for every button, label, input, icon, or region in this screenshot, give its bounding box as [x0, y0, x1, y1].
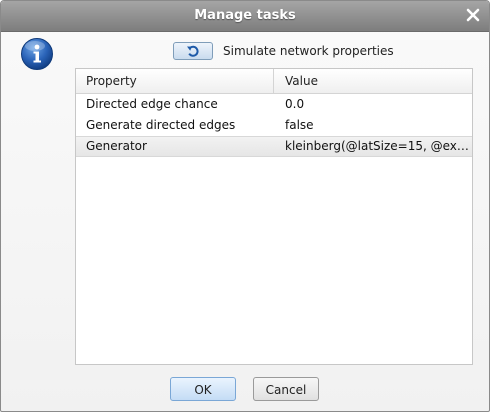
property-cell: Generator: [86, 139, 147, 153]
table-row-selected[interactable]: Generator kleinberg(@latSize=15, @exp=2.…: [76, 136, 472, 157]
manage-tasks-dialog: Manage tasks Simulate network properties: [0, 0, 490, 412]
task-label: Simulate network properties: [223, 44, 394, 58]
table-header: Property Value: [76, 69, 472, 94]
column-header-property[interactable]: Property: [86, 69, 137, 93]
value-cell[interactable]: false: [285, 115, 470, 136]
ok-button[interactable]: OK: [170, 377, 236, 401]
property-cell: Generate directed edges: [86, 118, 236, 132]
property-cell: Directed edge chance: [86, 97, 218, 111]
dialog-title: Manage tasks: [194, 8, 296, 23]
value-cell[interactable]: kleinberg(@latSize=15, @exp=2...: [285, 137, 470, 156]
column-header-value[interactable]: Value: [285, 69, 318, 93]
undo-icon: [187, 45, 199, 57]
task-header: Simulate network properties: [173, 40, 394, 62]
reset-button[interactable]: [173, 42, 213, 60]
table-row[interactable]: Generate directed edges false: [76, 115, 472, 136]
value-cell[interactable]: 0.0: [285, 94, 470, 115]
title-bar[interactable]: Manage tasks: [1, 1, 489, 32]
table-row[interactable]: Directed edge chance 0.0: [76, 94, 472, 115]
properties-table: Property Value Directed edge chance 0.0 …: [75, 68, 473, 365]
column-divider[interactable]: [273, 69, 274, 93]
info-icon: [21, 38, 53, 70]
cancel-button[interactable]: Cancel: [253, 377, 319, 401]
close-icon[interactable]: [465, 7, 481, 23]
